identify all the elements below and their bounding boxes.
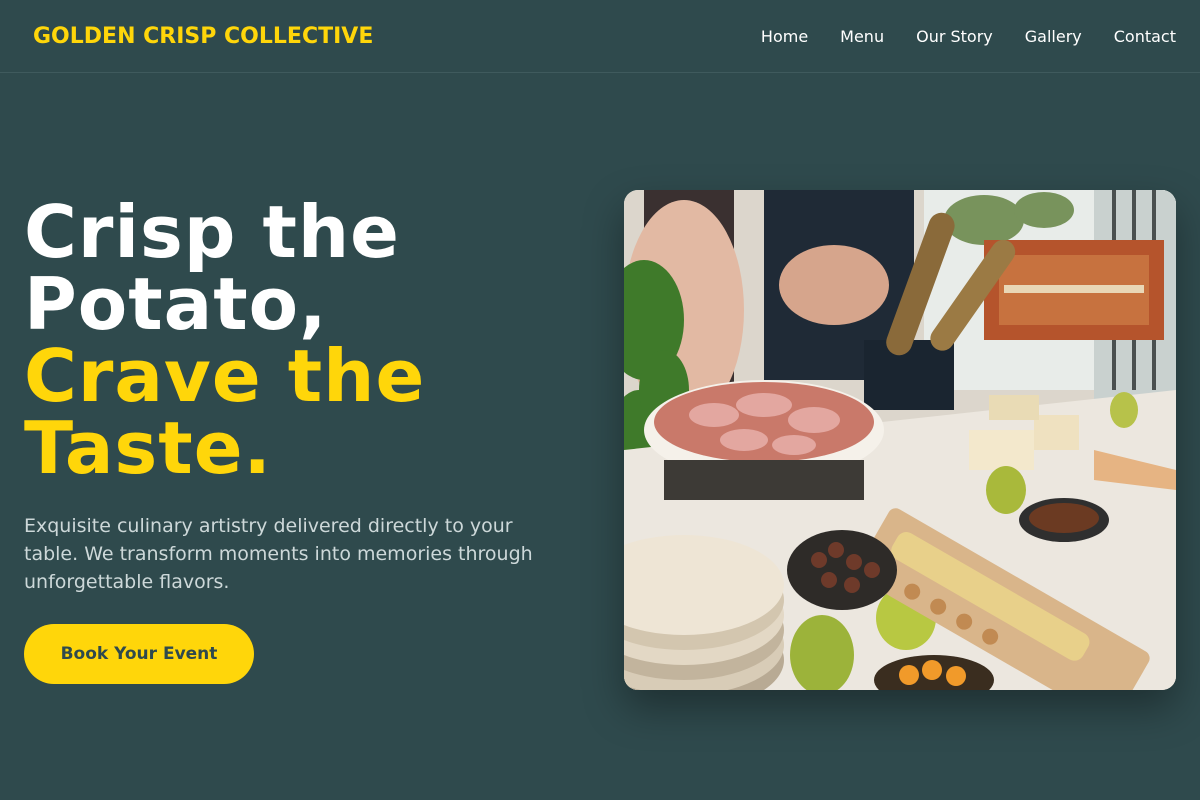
hero-headline: Crisp the Potato, Crave the Taste. — [24, 196, 584, 484]
catering-table-illustration — [624, 190, 1176, 690]
nav-menu: Home Menu Our Story Gallery Contact — [761, 27, 1176, 46]
nav-link-menu[interactable]: Menu — [840, 27, 884, 46]
headline-line-1: Crisp the — [24, 190, 400, 274]
navbar: GOLDEN CRISP COLLECTIVE Home Menu Our St… — [0, 0, 1200, 73]
hero-subtext: Exquisite culinary artistry delivered di… — [24, 515, 533, 593]
hero-section: Crisp the Potato, Crave the Taste. Exqui… — [24, 196, 584, 596]
nav-link-gallery[interactable]: Gallery — [1025, 27, 1082, 46]
nav-link-our-story[interactable]: Our Story — [916, 27, 993, 46]
nav-link-home[interactable]: Home — [761, 27, 808, 46]
headline-line-4: Taste. — [24, 406, 272, 490]
headline-line-3: Crave the — [24, 334, 426, 418]
headline-line-2: Potato, — [24, 262, 328, 346]
brand-logo[interactable]: GOLDEN CRISP COLLECTIVE — [33, 24, 373, 49]
hero-image — [624, 190, 1176, 690]
nav-link-contact[interactable]: Contact — [1114, 27, 1176, 46]
book-event-button[interactable]: Book Your Event — [24, 624, 254, 684]
